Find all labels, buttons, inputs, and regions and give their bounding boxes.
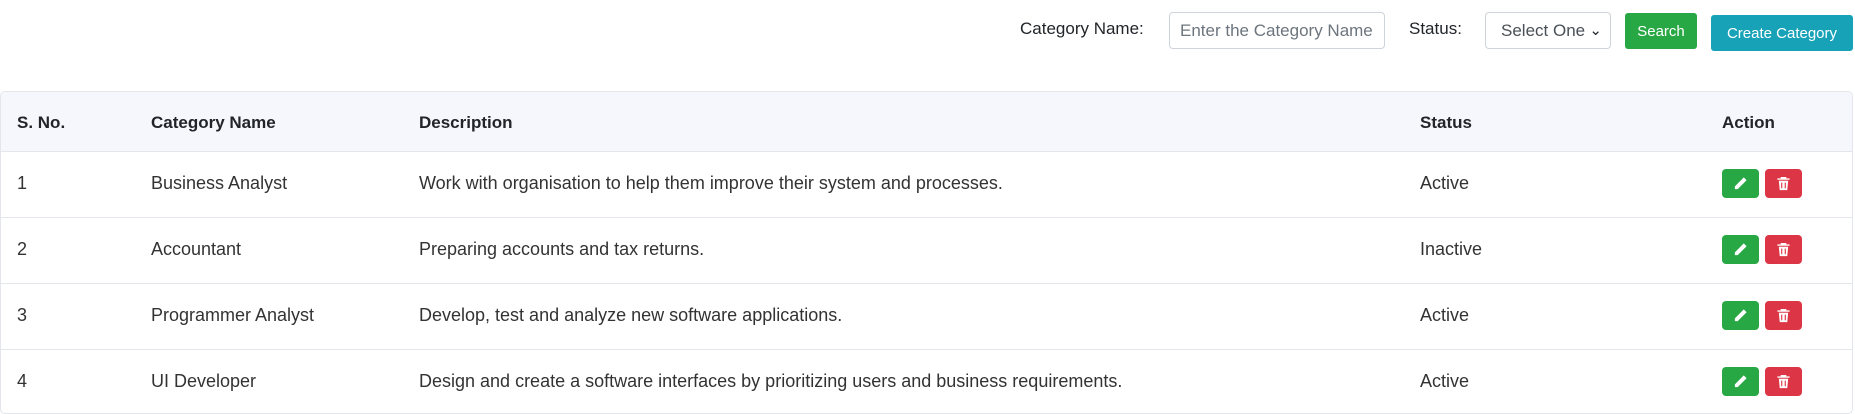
- category-name-label: Category Name:: [1020, 19, 1144, 38]
- trash-icon: [1777, 242, 1790, 257]
- status-label: Status:: [1409, 19, 1462, 38]
- row-sno: 1: [17, 173, 28, 193]
- row-status: Active: [1420, 305, 1470, 325]
- pencil-icon: [1734, 375, 1747, 388]
- trash-icon: [1777, 308, 1790, 323]
- row-category-name: UI Developer: [151, 371, 257, 391]
- row-description: Develop, test and analyze new software a…: [419, 305, 843, 325]
- create-category-button[interactable]: Create Category: [1711, 15, 1853, 51]
- header-action: Action: [1722, 113, 1775, 132]
- filter-bar: Category Name: Status: Select One ⌄ Sear…: [0, 12, 1855, 51]
- category-table: S. No. Category Name Description Status …: [0, 91, 1853, 414]
- delete-button[interactable]: [1765, 367, 1802, 396]
- row-sno: 2: [17, 239, 28, 259]
- pencil-icon: [1734, 177, 1747, 190]
- search-button[interactable]: Search: [1625, 13, 1697, 49]
- row-status: Active: [1420, 173, 1470, 193]
- table-header: S. No. Category Name Description Status …: [1, 92, 1852, 152]
- delete-button[interactable]: [1765, 235, 1802, 264]
- row-description: Work with organisation to help them impr…: [419, 173, 1003, 193]
- trash-icon: [1777, 176, 1790, 191]
- delete-button[interactable]: [1765, 301, 1802, 330]
- edit-button[interactable]: [1722, 367, 1759, 396]
- edit-button[interactable]: [1722, 169, 1759, 198]
- row-category-name: Accountant: [151, 239, 242, 259]
- pencil-icon: [1734, 243, 1747, 256]
- row-status: Inactive: [1420, 239, 1483, 259]
- header-description: Description: [419, 113, 513, 132]
- row-sno: 4: [17, 371, 28, 391]
- header-sno: S. No.: [17, 113, 66, 132]
- row-sno: 3: [17, 305, 28, 325]
- table-row: 2 Accountant Preparing accounts and tax …: [1, 218, 1852, 284]
- delete-button[interactable]: [1765, 169, 1802, 198]
- row-description: Design and create a software interfaces …: [419, 371, 1123, 391]
- edit-button[interactable]: [1722, 301, 1759, 330]
- pencil-icon: [1734, 309, 1747, 322]
- header-category-name: Category Name: [151, 113, 276, 132]
- row-category-name: Programmer Analyst: [151, 305, 315, 325]
- edit-button[interactable]: [1722, 235, 1759, 264]
- table-row: 1 Business Analyst Work with organisatio…: [1, 152, 1852, 218]
- row-description: Preparing accounts and tax returns.: [419, 239, 705, 259]
- header-status: Status: [1420, 113, 1472, 132]
- status-select-value: Select One: [1501, 21, 1586, 40]
- status-select[interactable]: Select One ⌄: [1485, 12, 1611, 49]
- table-row: 4 UI Developer Design and create a softw…: [1, 350, 1852, 413]
- category-name-input[interactable]: [1169, 12, 1385, 49]
- row-category-name: Business Analyst: [151, 173, 288, 193]
- row-status: Active: [1420, 371, 1470, 391]
- trash-icon: [1777, 374, 1790, 389]
- chevron-down-icon: ⌄: [1589, 22, 1602, 39]
- table-row: 3 Programmer Analyst Develop, test and a…: [1, 284, 1852, 350]
